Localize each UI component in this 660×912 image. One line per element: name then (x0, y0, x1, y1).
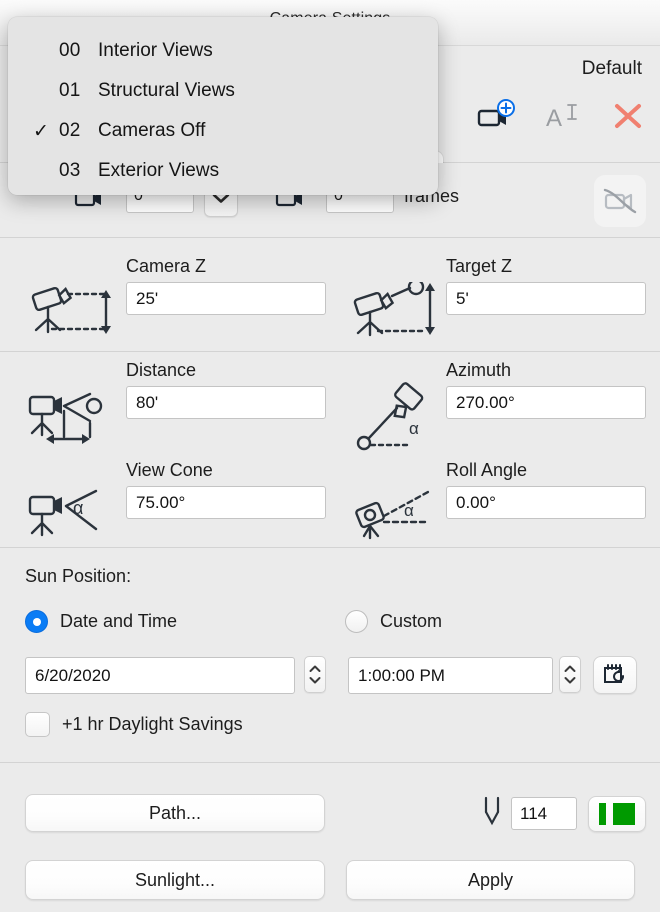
azimuth-angle-icon: α (355, 382, 440, 459)
delete-camera-button[interactable] (608, 96, 648, 136)
target-height-icon (348, 278, 443, 345)
camera-height-section: Camera Z 25' Target Z 5' (0, 238, 660, 352)
calendar-refresh-button[interactable] (593, 656, 637, 694)
radio-custom[interactable]: Custom (345, 610, 442, 633)
default-style-label: Default (581, 58, 642, 79)
svg-text:α: α (409, 419, 419, 438)
view-cone-input[interactable]: 75.00° (126, 486, 326, 519)
header-icon-group: A (476, 96, 648, 136)
azimuth-group: Azimuth 270.00° (446, 360, 646, 419)
camera-height-icon (26, 285, 121, 344)
line-color-swatch (599, 803, 606, 825)
dropdown-item-interior-views[interactable]: 00 Interior Views (8, 31, 438, 71)
sun-time-input[interactable]: 1:00:00 PM (348, 657, 553, 694)
camera-z-group: Camera Z 25' (126, 256, 326, 315)
dropdown-item-check-2: ✓ (33, 120, 49, 142)
distance-input[interactable]: 80' (126, 386, 326, 419)
view-cone-label: View Cone (126, 460, 213, 480)
daylight-savings-label: +1 hr Daylight Savings (62, 714, 243, 734)
apply-button[interactable]: Apply (346, 860, 635, 900)
radio-custom-label: Custom (380, 611, 443, 631)
view-preset-dropdown-menu[interactable]: 00 Interior Views 01 Structural Views ✓ … (8, 17, 438, 195)
daylight-savings-checkbox[interactable]: +1 hr Daylight Savings (25, 712, 243, 737)
add-camera-button[interactable] (476, 96, 516, 136)
fill-color-swatch (613, 803, 635, 825)
camera-z-label: Camera Z (126, 256, 207, 276)
dropdown-item-label-1: Structural Views (98, 80, 235, 101)
dropdown-item-label-3: Exterior Views (98, 160, 220, 181)
sunlight-button[interactable]: Sunlight... (25, 860, 325, 900)
dropdown-item-label-0: Interior Views (98, 40, 213, 61)
pen-weight-input[interactable]: 114 (511, 797, 577, 830)
distance-label: Distance (126, 360, 197, 380)
view-cone-icon: α (24, 489, 119, 556)
line-fill-color-swatch-button[interactable] (588, 796, 646, 832)
svg-text:α: α (404, 501, 414, 520)
azimuth-input[interactable]: 270.00° (446, 386, 646, 419)
target-z-group: Target Z 5' (446, 256, 646, 315)
dropdown-item-number-2: 02 (59, 120, 81, 141)
camera-angles-section: Distance 80' α Azimuth 270.00° α View Co… (0, 352, 660, 548)
path-button[interactable]: Path... (25, 794, 325, 832)
svg-text:A: A (546, 105, 562, 132)
camera-z-input[interactable]: 25' (126, 282, 326, 315)
roll-angle-input[interactable]: 0.00° (446, 486, 646, 519)
radio-date-and-time-label: Date and Time (60, 611, 178, 631)
svg-text:α: α (73, 498, 83, 518)
daylight-savings-box (25, 712, 50, 737)
sun-position-title: Sun Position: (25, 566, 132, 586)
radio-date-and-time[interactable]: Date and Time (25, 610, 177, 633)
roll-angle-group: Roll Angle 0.00° (446, 460, 646, 519)
camera-distance-icon (24, 389, 119, 462)
dropdown-item-cameras-off[interactable]: ✓ 02 Cameras Off (8, 111, 438, 151)
distance-group: Distance 80' (126, 360, 326, 419)
dropdown-item-label-2: Cameras Off (98, 120, 206, 141)
target-z-label: Target Z (446, 256, 513, 276)
sun-time-stepper[interactable] (559, 656, 581, 693)
roll-angle-icon: α (352, 484, 442, 551)
dropdown-item-number-3: 03 (59, 160, 81, 181)
sun-position-section: Sun Position: Date and Time Custom 6/20/… (0, 548, 660, 763)
sun-date-input[interactable]: 6/20/2020 (25, 657, 295, 694)
dropdown-item-exterior-views[interactable]: 03 Exterior Views (8, 151, 438, 191)
text-tool-button[interactable]: A (542, 96, 582, 136)
radio-date-and-time-indicator (25, 610, 48, 633)
target-z-input[interactable]: 5' (446, 282, 646, 315)
dialog-footer: Path... 114 Sunlight... Apply (0, 763, 660, 912)
azimuth-label: Azimuth (446, 360, 512, 380)
view-cone-group: View Cone 75.00° (126, 460, 326, 519)
pen-weight-icon (481, 795, 503, 834)
camera-settings-dialog: Camera Settings Default (0, 0, 660, 912)
dropdown-item-structural-views[interactable]: 01 Structural Views (8, 71, 438, 111)
sun-mode-radio-group: Date and Time Custom (25, 610, 635, 640)
sun-date-stepper[interactable] (304, 656, 326, 693)
dropdown-item-number-1: 01 (59, 80, 81, 101)
roll-angle-label: Roll Angle (446, 460, 528, 480)
camera-off-button[interactable] (594, 175, 646, 227)
dropdown-item-number-0: 00 (59, 40, 81, 61)
radio-custom-indicator (345, 610, 368, 633)
